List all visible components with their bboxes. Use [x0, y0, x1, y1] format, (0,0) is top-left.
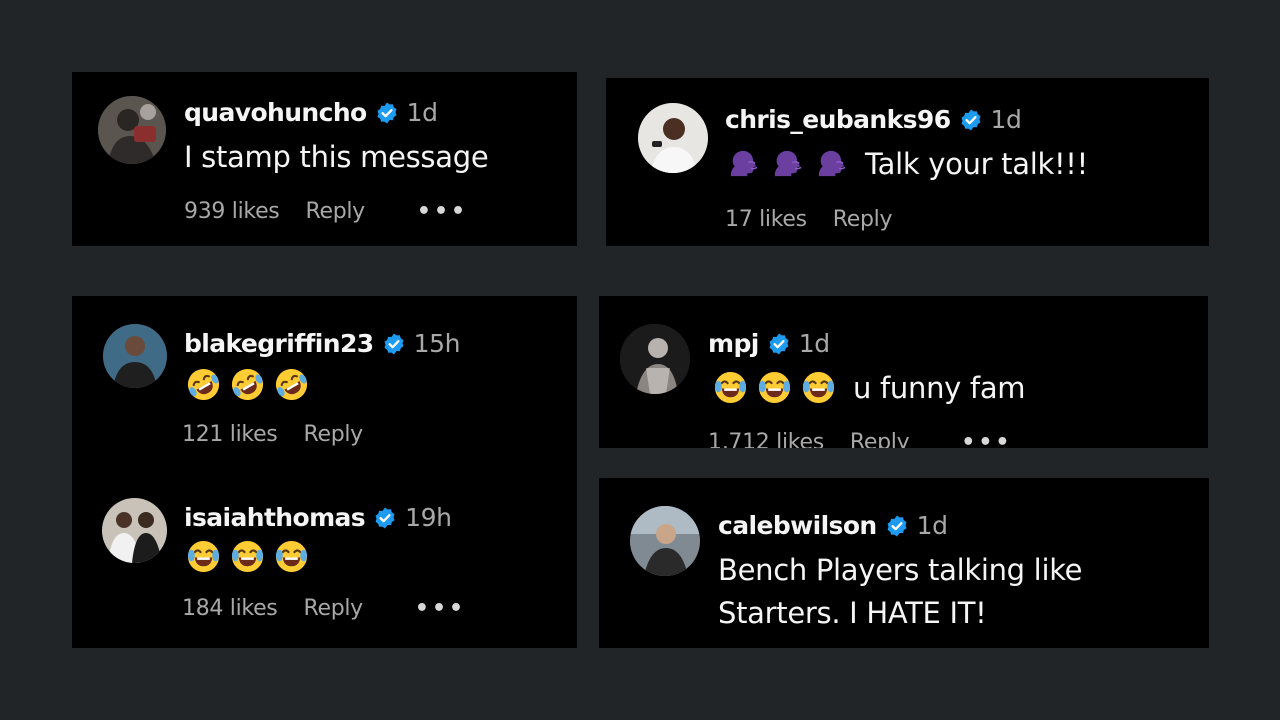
verified-badge-icon — [959, 108, 983, 132]
rolling-on-floor-laughing-icon — [274, 367, 309, 402]
reply-button[interactable]: Reply — [850, 430, 910, 448]
likes-count[interactable]: 184 likes — [182, 596, 278, 621]
likes-count[interactable]: 1,712 likes — [708, 430, 824, 448]
more-options-icon[interactable]: ••• — [417, 199, 468, 224]
username[interactable]: mpj — [708, 329, 759, 358]
avatar[interactable] — [630, 506, 700, 576]
comment-card-thread: blakegriffin23 15h 121 likes Reply isaia… — [72, 296, 577, 648]
timestamp[interactable]: 15h — [414, 329, 461, 358]
verified-badge-icon — [885, 514, 909, 538]
comment-card-quavohuncho: quavohuncho 1d I stamp this message 939 … — [72, 72, 577, 246]
tears-of-joy-icon — [274, 539, 309, 574]
speaking-head-icon — [769, 146, 804, 181]
username[interactable]: isaiahthomas — [184, 503, 366, 532]
username[interactable]: chris_eubanks96 — [725, 105, 951, 134]
avatar[interactable] — [620, 324, 690, 394]
avatar[interactable] — [103, 324, 167, 388]
timestamp[interactable]: 1d — [991, 105, 1022, 134]
tears-of-joy-icon — [713, 370, 748, 405]
comment-text: u funny fam — [853, 370, 1026, 405]
likes-count[interactable]: 17 likes — [725, 207, 807, 232]
reply-button[interactable]: Reply — [305, 199, 365, 224]
reply-button[interactable]: Reply — [833, 207, 893, 232]
verified-badge-icon — [373, 506, 397, 530]
tears-of-joy-icon — [186, 539, 221, 574]
username[interactable]: calebwilson — [718, 511, 877, 540]
comment-text-line-2: Starters. I HATE IT! — [718, 596, 987, 630]
tears-of-joy-icon — [801, 370, 836, 405]
avatar[interactable] — [102, 498, 167, 563]
reply-button[interactable]: Reply — [303, 422, 363, 447]
likes-count[interactable]: 121 likes — [182, 422, 278, 447]
verified-badge-icon — [375, 101, 399, 125]
username[interactable]: quavohuncho — [184, 98, 367, 127]
timestamp[interactable]: 1d — [917, 511, 948, 540]
avatar[interactable] — [638, 103, 708, 173]
comment-card-calebwilson: calebwilson 1d Bench Players talking lik… — [599, 478, 1209, 648]
comment-card-chris_eubanks96: chris_eubanks96 1d Talk your talk!!! 17 … — [606, 78, 1209, 246]
comment-text-line-1: Bench Players talking like — [718, 553, 1083, 587]
likes-count[interactable]: 939 likes — [184, 199, 280, 224]
comment-text: I stamp this message — [184, 140, 489, 174]
more-options-icon[interactable]: ••• — [415, 596, 466, 621]
reply-button[interactable]: Reply — [303, 596, 363, 621]
rolling-on-floor-laughing-icon — [186, 367, 221, 402]
avatar[interactable] — [98, 96, 166, 164]
timestamp[interactable]: 1d — [799, 329, 830, 358]
timestamp[interactable]: 19h — [405, 503, 452, 532]
timestamp[interactable]: 1d — [407, 98, 438, 127]
more-options-icon[interactable]: ••• — [961, 430, 1012, 448]
comment-text: Talk your talk!!! — [865, 146, 1088, 181]
tears-of-joy-icon — [230, 539, 265, 574]
tears-of-joy-icon — [757, 370, 792, 405]
speaking-head-icon — [725, 146, 760, 181]
rolling-on-floor-laughing-icon — [230, 367, 265, 402]
verified-badge-icon — [767, 332, 791, 356]
speaking-head-icon — [813, 146, 848, 181]
username[interactable]: blakegriffin23 — [184, 329, 374, 358]
comment-card-mpj: mpj 1d u funny fam 1,712 likes Reply ••• — [599, 296, 1208, 448]
verified-badge-icon — [382, 332, 406, 356]
